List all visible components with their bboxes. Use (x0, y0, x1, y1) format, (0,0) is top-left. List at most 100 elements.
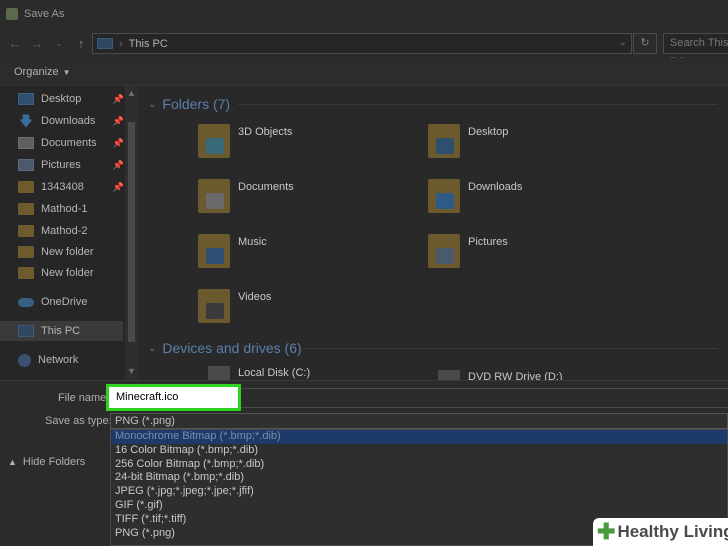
organize-label: Organize (14, 65, 59, 78)
group-title: Devices and drives (6) (162, 340, 302, 356)
pictures-icon (18, 159, 34, 171)
3d-cube-icon (206, 138, 224, 154)
folder-icon (198, 289, 230, 323)
pin-icon: 📌 (112, 159, 124, 170)
type-option-256-color-bitmap[interactable]: 256 Color Bitmap (*.bmp;*.dib) (111, 458, 727, 472)
nav-item-mathod-2[interactable]: Mathod-2 (18, 221, 130, 241)
folder-tile-music[interactable]: Music (198, 234, 398, 278)
desktop-icon (436, 138, 454, 154)
network-icon (18, 353, 31, 367)
nav-item-downloads[interactable]: 🡇 Downloads 📌 (18, 111, 130, 131)
address-dropdown-icon[interactable]: ⌄ (619, 37, 627, 48)
folder-icon (428, 124, 460, 158)
recent-locations-chevron-icon[interactable]: ⌄ (48, 38, 70, 49)
save-as-dialog: Save As ← → ⌄ ↑ › This PC ⌄ ↻ Search Thi… (0, 0, 728, 546)
documents-icon (18, 137, 34, 149)
download-icon: 🡇 (18, 113, 34, 129)
healthy-living-watermark: ✚ Healthy Living (593, 518, 728, 546)
nav-item-network[interactable]: Network (18, 350, 130, 370)
nav-item-label: Desktop (41, 93, 82, 105)
folder-tile-3d-objects[interactable]: 3D Objects (198, 124, 398, 168)
back-arrow-icon[interactable]: ← (4, 36, 26, 51)
type-option-16-color-bitmap[interactable]: 16 Color Bitmap (*.bmp;*.dib) (111, 444, 727, 458)
folder-icon (18, 246, 34, 258)
nav-item-label: This PC (41, 325, 81, 337)
folder-icon (18, 267, 34, 279)
command-bar: Organize ▼ (0, 58, 728, 86)
nav-item-new-folder[interactable]: New folder (18, 242, 130, 262)
refresh-icon[interactable]: ↻ (633, 33, 657, 54)
folder-label: Music (238, 236, 267, 248)
save-as-type-label: Save as type: (45, 415, 112, 427)
file-list: ⌄ Folders (7) 3D Objects Desktop Documen… (138, 86, 728, 384)
breadcrumb-this-pc[interactable]: This PC (129, 38, 168, 50)
folder-label: Videos (238, 291, 272, 303)
folder-icon (198, 179, 230, 213)
folder-tile-documents[interactable]: Documents (198, 179, 398, 223)
pin-icon: 📌 (112, 137, 124, 148)
watermark-text: Healthy Living (617, 522, 728, 541)
nav-item-onedrive[interactable]: OneDrive (18, 292, 130, 312)
this-pc-icon (18, 325, 34, 337)
address-bar[interactable]: › This PC ⌄ (92, 33, 632, 54)
nav-item-label: Mathod-1 (41, 203, 88, 215)
nav-item-documents[interactable]: Documents 📌 (18, 133, 130, 153)
folder-label: Pictures (468, 236, 508, 248)
nav-item-this-pc[interactable]: This PC (0, 321, 123, 341)
type-option-jpeg[interactable]: JPEG (*.jpg;*.jpeg;*.jpe;*.jfif) (111, 485, 727, 499)
folder-tile-desktop[interactable]: Desktop (428, 124, 628, 168)
breadcrumb-separator-icon: › (119, 37, 123, 50)
forward-arrow-icon[interactable]: → (26, 36, 48, 51)
type-option-monochrome-bitmap[interactable]: Monochrome Bitmap (*.bmp;*.dib) (111, 430, 727, 444)
nav-item-desktop[interactable]: Desktop 📌 (18, 89, 130, 109)
hide-folders-label: Hide Folders (22, 456, 86, 468)
up-arrow-icon[interactable]: ↑ (70, 36, 92, 51)
nav-item-label: OneDrive (41, 296, 88, 308)
folder-icon (198, 124, 230, 158)
folder-icon (428, 234, 460, 268)
file-name-field-extension[interactable] (241, 388, 728, 408)
folder-icon (428, 179, 460, 213)
chevron-down-icon: ⌄ (148, 98, 157, 110)
nav-item-1343408[interactable]: 1343408 📌 (18, 177, 130, 197)
file-name-label: File name: (58, 392, 110, 404)
hard-drive-icon (208, 366, 230, 380)
nav-item-label: New folder (41, 267, 94, 279)
nav-scrollbar[interactable]: ▲ ▼ (125, 86, 138, 380)
folder-tile-downloads[interactable]: Downloads (428, 179, 628, 223)
pin-icon: 📌 (112, 181, 124, 192)
folder-icon (198, 234, 230, 268)
nav-item-label: New folder (41, 246, 94, 258)
nav-item-new-folder[interactable]: New folder (18, 263, 130, 283)
folders-group-header[interactable]: ⌄ Folders (7) (148, 96, 230, 112)
this-pc-icon (97, 38, 113, 49)
scrollbar-thumb[interactable] (128, 122, 135, 342)
pin-icon: 📌 (112, 93, 124, 104)
scroll-up-icon[interactable]: ▲ (127, 88, 136, 98)
chevron-up-icon: ▲ (8, 457, 17, 467)
folder-label: 3D Objects (238, 126, 293, 138)
type-option-24-bit-bitmap[interactable]: 24-bit Bitmap (*.bmp;*.dib) (111, 471, 727, 485)
title-bar: Save As (0, 0, 728, 28)
film-strip-icon (206, 303, 224, 319)
hide-folders-button[interactable]: ▲ Hide Folders (8, 456, 85, 468)
save-as-type-select[interactable]: PNG (*.png) (110, 413, 728, 429)
folder-label: Documents (238, 181, 294, 193)
desktop-icon (18, 93, 34, 105)
search-input[interactable]: Search This PC (663, 33, 728, 68)
nav-item-label: Mathod-2 (41, 225, 88, 237)
organize-button[interactable]: Organize ▼ (14, 66, 71, 78)
chevron-down-icon: ⌄ (148, 342, 157, 354)
file-name-input[interactable]: Minecraft.ico (106, 384, 241, 411)
nav-item-label: Pictures (41, 159, 81, 171)
folder-tile-videos[interactable]: Videos (198, 289, 398, 333)
nav-item-pictures[interactable]: Pictures 📌 (18, 155, 130, 175)
nav-item-mathod-1[interactable]: Mathod-1 (18, 199, 130, 219)
folder-tile-pictures[interactable]: Pictures (428, 234, 628, 278)
folder-icon (18, 181, 34, 193)
folder-label: Desktop (468, 126, 509, 138)
drives-group-header[interactable]: ⌄ Devices and drives (6) (148, 340, 302, 356)
paint-app-icon (6, 8, 18, 20)
type-option-gif[interactable]: GIF (*.gif) (111, 499, 727, 513)
scroll-down-icon[interactable]: ▼ (127, 366, 136, 376)
